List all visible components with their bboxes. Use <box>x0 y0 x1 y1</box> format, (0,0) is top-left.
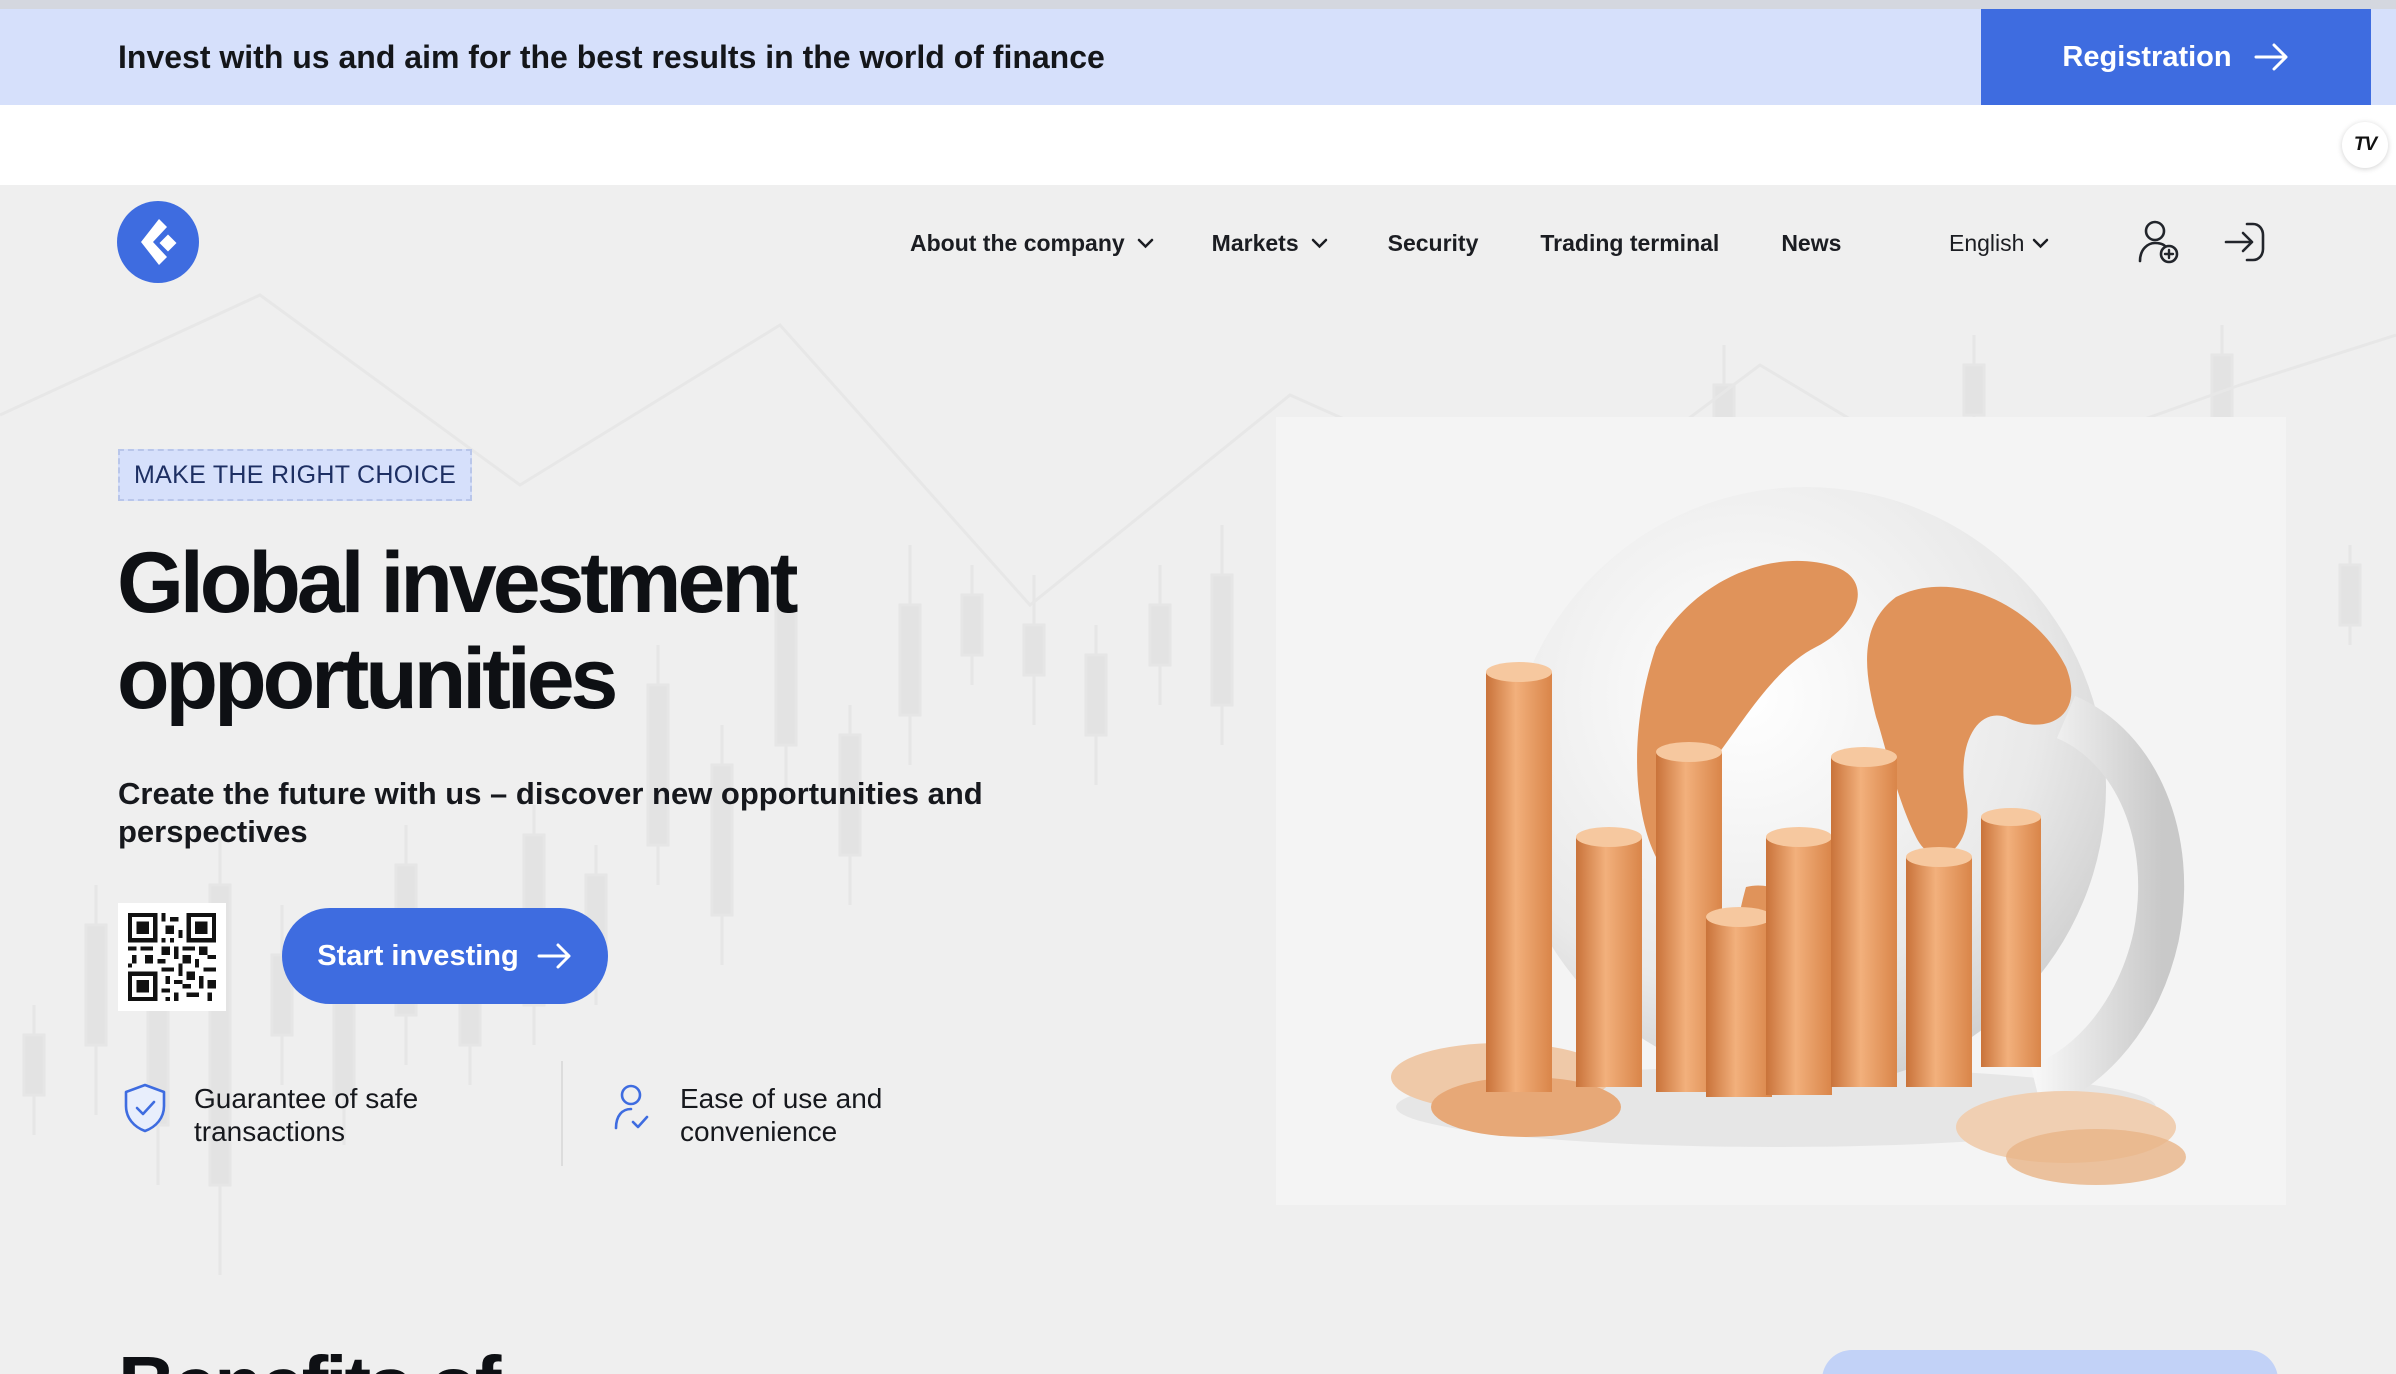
language-label: English <box>1949 229 2025 256</box>
arrow-right-icon <box>537 943 571 969</box>
chevron-down-icon <box>1311 238 1327 248</box>
hero-title: Global investment opportunities <box>117 535 1017 727</box>
nav-markets-label: Markets <box>1211 229 1299 256</box>
nav-news[interactable]: News <box>1781 230 1841 257</box>
nav-security[interactable]: Security <box>1388 230 1479 257</box>
user-check-icon <box>614 1084 649 1130</box>
page: Invest with us and aim for the best resu… <box>0 0 2396 1374</box>
hero-subtitle-line2: perspectives <box>118 814 308 849</box>
nav-about-label: About the company <box>910 229 1125 256</box>
logo-mark-icon <box>141 219 177 265</box>
section-cta-button[interactable] <box>1822 1350 2278 1374</box>
qr-code[interactable] <box>118 903 226 1011</box>
feature-safe-transactions: Guarantee of safe transactions <box>122 1082 444 1148</box>
globe-bar-chart-icon <box>1391 487 2186 1185</box>
feature-safe-text: Guarantee of safe transactions <box>194 1082 444 1148</box>
browser-top-edge <box>0 0 2396 9</box>
hero-subtitle-line1: Create the future with us – discover new… <box>118 776 983 811</box>
start-investing-button[interactable]: Start investing <box>282 908 608 1004</box>
start-investing-label: Start investing <box>317 939 519 972</box>
nav-about-company[interactable]: About the company <box>910 230 1154 257</box>
feature-divider <box>561 1061 563 1166</box>
qr-code-icon <box>128 913 216 1001</box>
registration-label: Registration <box>2062 40 2232 73</box>
login-icon[interactable] <box>2223 221 2267 263</box>
nav-trading-terminal[interactable]: Trading terminal <box>1540 230 1719 257</box>
logo-icon[interactable] <box>117 201 199 283</box>
hero-illustration <box>1276 417 2286 1205</box>
nav-trading-label: Trading terminal <box>1540 229 1720 256</box>
hero-title-line1: Global investment <box>117 535 799 631</box>
feature-ease-line1: Ease of use and <box>680 1083 883 1114</box>
banner-text: Invest with us and aim for the best resu… <box>118 39 1105 75</box>
hero-tag: MAKE THE RIGHT CHOICE <box>118 449 473 501</box>
user-add-icon[interactable] <box>2138 219 2180 265</box>
feature-safe-line2: transactions <box>194 1116 345 1147</box>
chevron-down-icon <box>2033 238 2049 248</box>
registration-button[interactable]: Registration <box>1981 9 2371 105</box>
shield-check-icon <box>124 1083 166 1133</box>
promo-banner: Invest with us and aim for the best resu… <box>0 9 2396 105</box>
benefits-heading: Benefits of <box>118 1345 501 1374</box>
nav-markets[interactable]: Markets <box>1212 230 1328 257</box>
feature-safe-line1: Guarantee of safe <box>194 1083 419 1114</box>
hero-title-line2: opportunities <box>117 631 618 727</box>
tradingview-icon: TV <box>2353 134 2377 155</box>
language-selector[interactable]: English <box>1949 228 2049 258</box>
chevron-down-icon <box>1137 238 1153 248</box>
feature-ease-text: Ease of use and convenience <box>680 1082 930 1148</box>
tradingview-badge[interactable]: TV <box>2342 122 2388 168</box>
arrow-right-icon <box>2254 43 2288 71</box>
nav-news-label: News <box>1781 229 1842 256</box>
hero-section: About the company Markets Security Tradi… <box>0 185 2396 1374</box>
hero-subtitle: Create the future with us – discover new… <box>118 775 1018 851</box>
nav-security-label: Security <box>1387 229 1479 256</box>
ticker-strip <box>0 105 2396 185</box>
main-nav: About the company Markets Security Tradi… <box>910 228 1841 258</box>
feature-ease-of-use: Ease of use and convenience <box>608 1082 930 1148</box>
feature-ease-line2: convenience <box>680 1116 838 1147</box>
